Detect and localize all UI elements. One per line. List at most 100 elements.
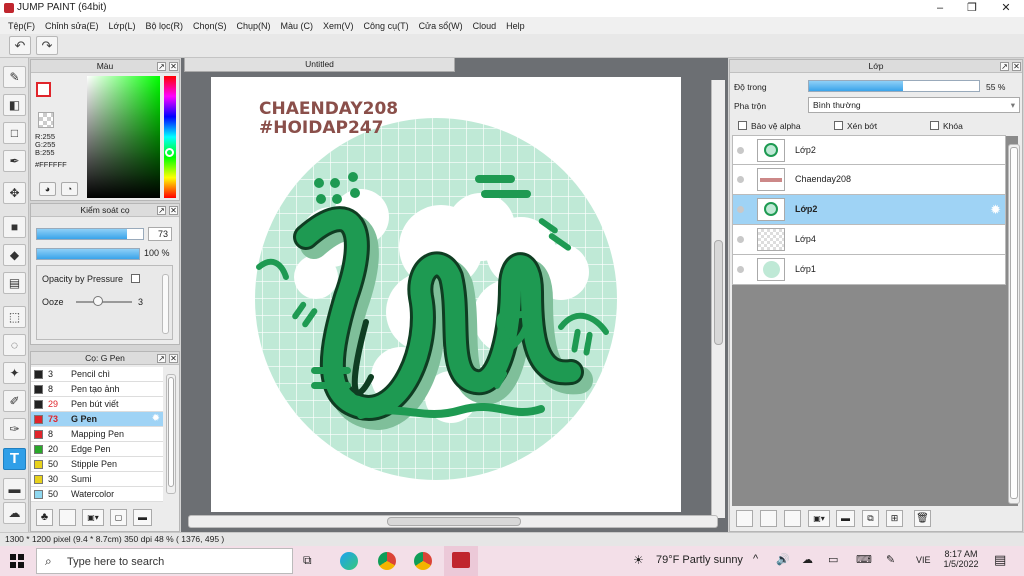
divider-tool[interactable]: ▬ xyxy=(3,478,26,500)
select-eraser-tool[interactable]: ✑ xyxy=(3,418,26,440)
brush-list-scrollbar-thumb[interactable] xyxy=(168,377,174,487)
layer-item[interactable]: Lớp1 xyxy=(732,255,1006,285)
visibility-toggle[interactable] xyxy=(737,236,744,243)
select-pen-tool[interactable]: ✐ xyxy=(3,390,26,412)
pen-workspace-icon[interactable]: ✎ xyxy=(886,553,895,566)
color-history-button[interactable]: ◔ xyxy=(61,182,78,196)
brush-settings-button[interactable]: ▢ xyxy=(110,509,127,526)
canvas-horizontal-scrollbar[interactable] xyxy=(188,515,718,528)
text-tool[interactable]: T xyxy=(3,448,26,470)
brush-size-value[interactable]: 73 xyxy=(148,227,172,241)
bucket-tool[interactable]: ◆ xyxy=(3,244,26,266)
menu-item[interactable]: Bộ lọc(R) xyxy=(141,21,189,31)
transparent-swatch[interactable] xyxy=(38,112,54,128)
edge-browser-button[interactable] xyxy=(340,552,358,570)
layer-opacity-slider[interactable] xyxy=(808,80,980,92)
menu-item[interactable]: Chụp(N) xyxy=(233,21,277,31)
hue-handle[interactable] xyxy=(165,148,174,157)
battery-icon[interactable]: ▭ xyxy=(828,553,838,566)
close-icon[interactable]: ✕ xyxy=(169,206,178,215)
restore-button[interactable]: ❐ xyxy=(956,0,988,17)
palette-button[interactable]: ◕ xyxy=(39,182,56,196)
brush-size-slider[interactable] xyxy=(36,228,144,240)
brush-item[interactable]: 8 Pen tạo ảnh xyxy=(31,382,163,397)
new-raster-layer-button[interactable] xyxy=(760,510,777,527)
keyboard-icon[interactable]: ⌨ xyxy=(856,553,872,566)
brush-list-scrollbar[interactable] xyxy=(166,374,176,494)
brush-item[interactable]: 50 Stipple Pen xyxy=(31,457,163,472)
brush-opacity-slider[interactable] xyxy=(36,248,140,260)
new-brush-button[interactable] xyxy=(59,509,76,526)
visibility-toggle[interactable] xyxy=(737,206,744,213)
brush-item[interactable]: 29 Pen bút viết xyxy=(31,397,163,412)
gradient-tool[interactable]: ▤ xyxy=(3,272,26,294)
popout-icon[interactable]: ↗ xyxy=(157,354,166,363)
move-tool[interactable]: ✥ xyxy=(3,182,26,204)
blend-mode-select[interactable]: Bình thường ▾ xyxy=(808,97,1020,113)
gear-icon[interactable]: ✹ xyxy=(990,202,1001,218)
task-view-button[interactable]: ⧉ xyxy=(303,553,321,569)
close-icon[interactable]: ✕ xyxy=(169,62,178,71)
layer-item[interactable]: Chaenday208 xyxy=(732,165,1006,195)
menu-item[interactable]: Cửa sổ(W) xyxy=(415,21,469,31)
brush-item[interactable]: 30 Sumi xyxy=(31,472,163,487)
lasso-tool[interactable]: ◌ xyxy=(3,334,26,356)
brush-item[interactable]: 50 Watercolor xyxy=(31,487,163,502)
eraser-tool[interactable]: ◧ xyxy=(3,94,26,116)
undo-button[interactable]: ↶ xyxy=(9,36,31,55)
protect-alpha-checkbox[interactable] xyxy=(738,121,747,130)
canvas-vertical-scrollbar[interactable] xyxy=(711,80,725,518)
popout-icon[interactable]: ↗ xyxy=(157,62,166,71)
chrome-button-2[interactable] xyxy=(414,552,432,570)
volume-icon[interactable]: 🔊 xyxy=(776,553,790,566)
menu-item[interactable]: Tệp(F) xyxy=(4,21,41,31)
menu-item[interactable]: Help xyxy=(502,21,531,31)
lock-checkbox[interactable] xyxy=(930,121,939,130)
pen-tool[interactable]: ✒ xyxy=(3,150,26,172)
minimize-button[interactable]: – xyxy=(924,0,956,17)
gear-icon[interactable]: ✹ xyxy=(152,413,160,424)
wifi-icon[interactable]: ☁ xyxy=(802,553,813,566)
layer-item[interactable]: Lớp4 xyxy=(732,225,1006,255)
popout-icon[interactable]: ↗ xyxy=(157,206,166,215)
options-scrollbar[interactable] xyxy=(162,274,169,334)
cloud-tool[interactable]: ☁ xyxy=(3,502,26,524)
tab-untitled[interactable]: Untitled xyxy=(184,58,455,72)
notification-icon[interactable]: ▤ xyxy=(994,552,1006,568)
close-icon[interactable]: ✕ xyxy=(169,354,178,363)
brush-item[interactable]: 20 Edge Pen xyxy=(31,442,163,457)
merge-layer-button[interactable]: ⊞ xyxy=(886,510,903,527)
menu-item[interactable]: Chọn(S) xyxy=(189,21,233,31)
brush-menu-button[interactable]: ▣▾ xyxy=(82,509,104,526)
brush-tool[interactable]: ✎ xyxy=(3,66,26,88)
select-rect-tool[interactable]: □ xyxy=(3,122,26,144)
canvas-paper[interactable]: CHAENDAY208 #HOIDAP247 hu xyxy=(211,77,681,512)
hue-slider[interactable] xyxy=(164,76,176,198)
delete-layer-button[interactable]: 🗑 xyxy=(914,510,931,527)
visibility-toggle[interactable] xyxy=(737,147,744,154)
popout-icon[interactable]: ↗ xyxy=(1000,62,1009,71)
chevron-up-icon[interactable]: ^ xyxy=(753,553,758,565)
add-layer-menu-button[interactable]: ▣▾ xyxy=(808,510,830,527)
layer-list-scrollbar[interactable] xyxy=(1008,144,1020,504)
close-icon[interactable]: ✕ xyxy=(1012,62,1021,71)
visibility-toggle[interactable] xyxy=(737,266,744,273)
language-indicator[interactable]: VIE xyxy=(916,555,931,565)
select-dotted-tool[interactable]: ⬚ xyxy=(3,306,26,328)
menu-item[interactable]: Cloud xyxy=(469,21,503,31)
new-folder-button[interactable]: ▬ xyxy=(836,510,855,527)
magic-wand-tool[interactable]: ✦ xyxy=(3,362,26,384)
chrome-button-1[interactable] xyxy=(378,552,396,570)
redo-button[interactable]: ↷ xyxy=(36,36,58,55)
saturation-value-picker[interactable] xyxy=(87,76,160,198)
fill-rect-tool[interactable]: ■ xyxy=(3,216,26,238)
brush-tree-button[interactable]: ♣ xyxy=(36,509,53,526)
menu-item[interactable]: Chỉnh sửa(E) xyxy=(41,21,105,31)
ooze-slider[interactable] xyxy=(76,301,132,303)
layer-list-scrollbar-thumb[interactable] xyxy=(1010,147,1018,499)
jump-paint-taskbar-button[interactable] xyxy=(444,546,478,576)
layer-item[interactable]: Lớp2 xyxy=(732,135,1006,165)
layer-item[interactable]: Lớp2 ✹ xyxy=(732,195,1006,225)
weather-text[interactable]: 79°F Partly sunny xyxy=(656,554,743,566)
windows-start-button[interactable] xyxy=(10,554,24,568)
